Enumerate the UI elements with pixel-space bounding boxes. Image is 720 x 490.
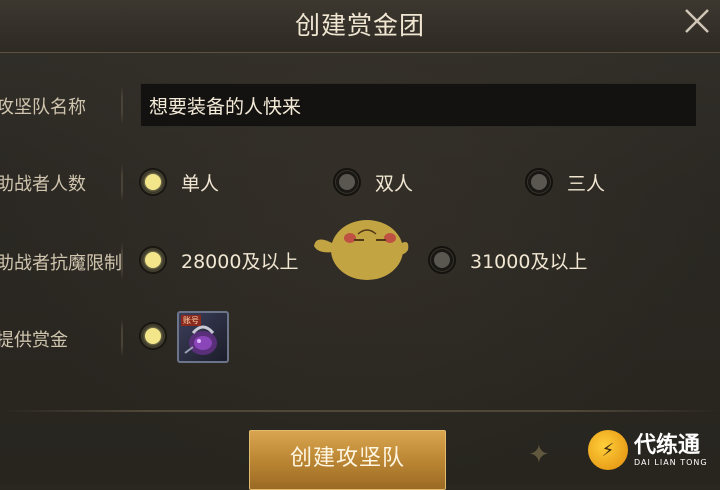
team-name-input[interactable] — [140, 83, 697, 127]
lightning-logo-icon: ⚡ — [588, 430, 628, 470]
helper-count-option-single[interactable]: 单人 — [139, 168, 219, 196]
item-tag: 账号 — [181, 315, 201, 326]
resistance-option-28000[interactable]: 28000及以上 — [139, 246, 298, 274]
dialog-titlebar: 创建赏金团 — [0, 0, 720, 53]
create-team-button[interactable]: 创建攻坚队 — [249, 430, 446, 490]
radio-selected-icon[interactable] — [139, 168, 167, 196]
team-name-label: 攻坚队名称 — [0, 97, 86, 118]
radio-selected-icon[interactable] — [139, 322, 167, 350]
create-bounty-dialog: 创建赏金团 攻坚队名称 助战者人数 单人 双人 三人 助战者抗魔限制 28000… — [0, 0, 720, 490]
footer-divider — [0, 410, 720, 412]
radio-unselected-icon[interactable] — [428, 246, 456, 274]
option-label: 双人 — [375, 172, 414, 195]
row-divider — [121, 86, 123, 124]
faded-emblem-icon: ✦ — [528, 440, 550, 470]
option-label: 单人 — [181, 172, 220, 195]
bounty-option[interactable] — [139, 322, 167, 350]
helper-count-option-triple[interactable]: 三人 — [525, 168, 605, 196]
radio-unselected-icon[interactable] — [333, 168, 361, 196]
mascot-watermark-icon — [314, 220, 409, 280]
bounty-item-slot[interactable]: 账号 — [177, 311, 229, 363]
watermark-subtitle: DAI LIAN TONG — [634, 457, 708, 467]
row-divider — [121, 319, 123, 357]
radio-unselected-icon[interactable] — [525, 168, 553, 196]
option-label: 31000及以上 — [470, 250, 588, 273]
option-label: 28000及以上 — [181, 250, 299, 273]
row-divider — [121, 164, 123, 202]
resistance-option-31000[interactable]: 31000及以上 — [428, 246, 587, 274]
bounty-label: 提供赏金 — [0, 330, 68, 351]
helper-resistance-label: 助战者抗魔限制 — [0, 253, 122, 274]
helper-count-option-double[interactable]: 双人 — [333, 168, 413, 196]
watermark-logo: ⚡ 代练通 DAI LIAN TONG — [588, 425, 718, 475]
row-divider — [121, 242, 123, 280]
radio-selected-icon[interactable] — [139, 246, 167, 274]
close-icon[interactable] — [682, 6, 712, 36]
dialog-title: 创建赏金团 — [294, 11, 425, 40]
helper-count-label: 助战者人数 — [0, 174, 86, 195]
watermark-name: 代练通 — [634, 432, 701, 458]
option-label: 三人 — [567, 172, 606, 195]
